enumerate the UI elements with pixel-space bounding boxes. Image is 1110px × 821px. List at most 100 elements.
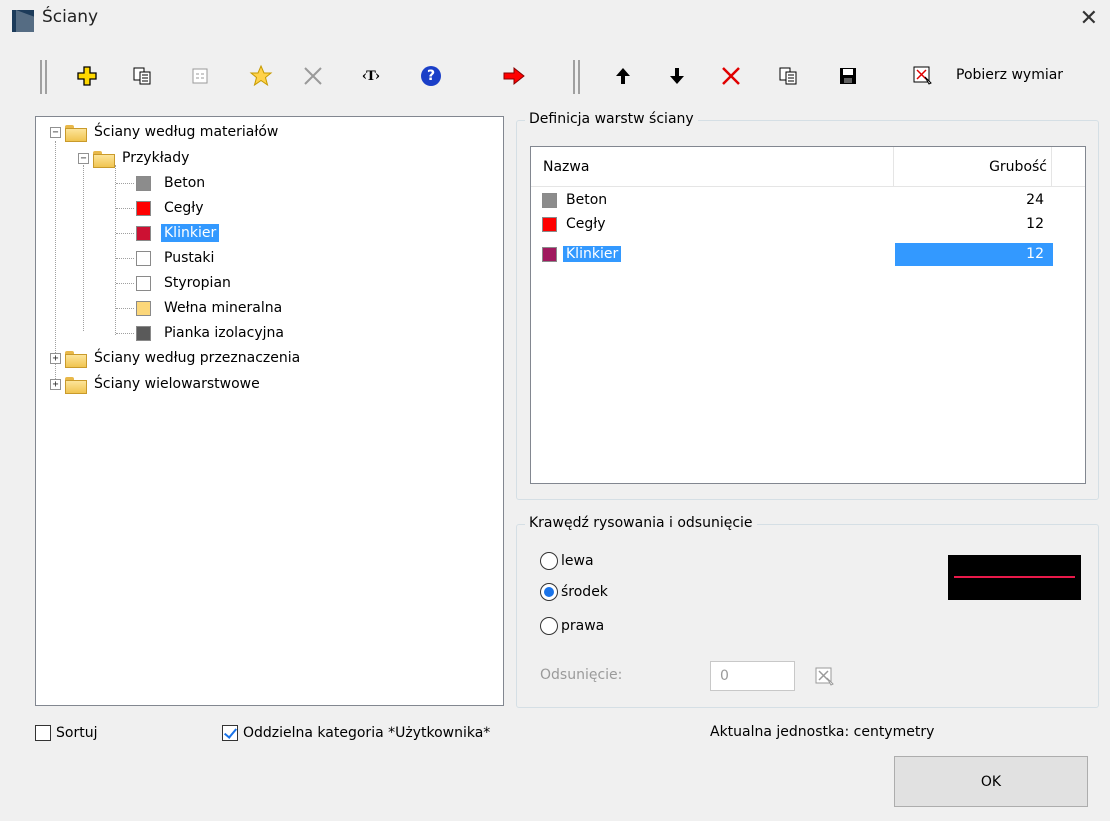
layers-list-header: Nazwa Grubość	[531, 147, 1085, 187]
close-icon[interactable]: ✕	[1080, 6, 1098, 31]
color-swatch	[542, 247, 557, 262]
pick-offset-icon[interactable]	[814, 666, 836, 692]
offset-input[interactable]	[710, 661, 795, 691]
tree-item-label: Styropian	[164, 275, 231, 291]
tree-item-label: Beton	[164, 175, 206, 191]
layer-row[interactable]: Cegły 12	[532, 213, 1054, 236]
folder-icon	[65, 124, 87, 142]
save-icon[interactable]	[831, 54, 865, 98]
color-swatch	[136, 300, 151, 316]
tree-line	[116, 333, 134, 334]
folder-icon	[65, 350, 87, 368]
layer-thickness: 12	[1026, 246, 1044, 262]
tree-line	[116, 233, 134, 234]
checkbox-label: Sortuj	[56, 725, 98, 741]
pick-dimension-icon[interactable]	[906, 54, 940, 98]
edge-preview	[948, 555, 1081, 600]
column-divider	[893, 147, 894, 187]
tree-line	[116, 258, 134, 259]
tree-line	[115, 165, 116, 335]
tree-node-materials[interactable]: − Ściany według materiałów	[50, 121, 281, 143]
toolbar: ‹T› ? Pobierz wymiar	[0, 54, 1110, 98]
add-icon[interactable]	[70, 54, 104, 98]
tree-line	[116, 308, 134, 309]
tree-line	[116, 208, 134, 209]
layer-name: Cegły	[566, 216, 606, 232]
edge-preview-line	[954, 576, 1075, 578]
layers-list[interactable]: Nazwa Grubość Beton 24 Cegły 12 Klinkier…	[530, 146, 1086, 484]
radio-circle[interactable]	[540, 552, 558, 570]
collapse-icon[interactable]: −	[50, 126, 61, 138]
tree-item-beton[interactable]: Beton	[136, 172, 208, 194]
radio-label: środek	[561, 584, 608, 600]
ok-button[interactable]: OK	[894, 756, 1088, 807]
checkbox-label: Oddzielna kategoria *Użytkownika*	[243, 725, 491, 741]
tree-node-multilayer[interactable]: + Ściany wielowarstwowe	[50, 373, 263, 395]
tree-item-pustaki[interactable]: Pustaki	[136, 247, 217, 269]
column-header-thickness[interactable]: Grubość	[989, 159, 1047, 175]
tree-item-styropian[interactable]: Styropian	[136, 272, 234, 294]
tree-item-label: Klinkier	[161, 224, 220, 242]
checkbox-box[interactable]	[35, 725, 51, 741]
color-swatch	[136, 225, 151, 241]
title-bar: Ściany ✕	[0, 0, 1110, 40]
folder-icon	[93, 150, 115, 168]
radio-center[interactable]: środek	[540, 583, 608, 601]
column-header-name[interactable]: Nazwa	[543, 159, 589, 175]
help-icon-label: ?	[421, 66, 441, 86]
tree-line	[116, 283, 134, 284]
expand-icon[interactable]: +	[50, 378, 61, 390]
layers-group-title: Definicja warstw ściany	[525, 111, 698, 127]
help-icon[interactable]: ?	[414, 54, 448, 98]
tree-line	[116, 183, 134, 184]
layer-row-selected[interactable]: Klinkier 12	[532, 243, 1054, 266]
pick-dimension-label[interactable]: Pobierz wymiar	[956, 67, 1063, 83]
separate-category-checkbox[interactable]: Oddzielna kategoria *Użytkownika*	[222, 725, 490, 741]
tree-item-cegly[interactable]: Cegły	[136, 197, 207, 219]
tree-item-label: Pianka izolacyjna	[164, 325, 284, 341]
tree-item-label: Cegły	[164, 200, 204, 216]
tree-item-pianka-izolacyjna[interactable]: Pianka izolacyjna	[136, 322, 287, 344]
tree-node-label: Przykłady	[122, 150, 190, 166]
material-tree[interactable]: − Ściany według materiałów − Przykłady B…	[35, 116, 504, 706]
properties-icon[interactable]	[183, 54, 217, 98]
expand-icon[interactable]: +	[50, 352, 61, 364]
transfer-arrow-icon[interactable]	[497, 54, 531, 98]
layer-name: Klinkier	[563, 246, 622, 262]
tree-node-examples[interactable]: − Przykłady	[78, 147, 192, 169]
unit-info: Aktualna jednostka: centymetry	[710, 724, 935, 740]
color-swatch	[136, 200, 151, 216]
radio-circle[interactable]	[540, 617, 558, 635]
layer-row[interactable]: Beton 24	[532, 189, 1054, 212]
remove-layer-icon[interactable]	[714, 54, 748, 98]
move-down-icon[interactable]	[660, 54, 694, 98]
tree-item-klinkier[interactable]: Klinkier	[136, 222, 220, 244]
radio-circle[interactable]	[540, 583, 558, 601]
toolbar-separator	[573, 60, 580, 94]
copy-layer-icon[interactable]	[771, 54, 805, 98]
tree-node-label: Ściany według przeznaczenia	[94, 350, 301, 366]
toolbar-grip	[40, 60, 47, 94]
delete-icon[interactable]	[296, 54, 330, 98]
copy-icon[interactable]	[125, 54, 159, 98]
tree-node-purpose[interactable]: + Ściany według przeznaczenia	[50, 347, 303, 369]
radio-right[interactable]: prawa	[540, 617, 604, 635]
radio-label: lewa	[561, 553, 594, 569]
folder-icon	[65, 376, 87, 394]
sort-checkbox[interactable]: Sortuj	[35, 725, 97, 741]
checkbox-box[interactable]	[222, 725, 238, 741]
layer-thickness: 24	[1026, 192, 1044, 208]
move-up-icon[interactable]	[606, 54, 640, 98]
layer-thickness: 12	[1026, 216, 1044, 232]
favorite-icon[interactable]	[244, 54, 278, 98]
color-swatch	[136, 175, 151, 191]
offset-label: Odsunięcie:	[540, 667, 623, 683]
text-tag-icon[interactable]: ‹T›	[354, 54, 388, 98]
color-swatch	[136, 325, 151, 341]
tree-item-welna-mineralna[interactable]: Wełna mineralna	[136, 297, 285, 319]
color-swatch	[542, 193, 557, 208]
radio-left[interactable]: lewa	[540, 552, 594, 570]
window-title: Ściany	[42, 7, 99, 27]
collapse-icon[interactable]: −	[78, 152, 89, 164]
tree-item-label: Pustaki	[164, 250, 215, 266]
